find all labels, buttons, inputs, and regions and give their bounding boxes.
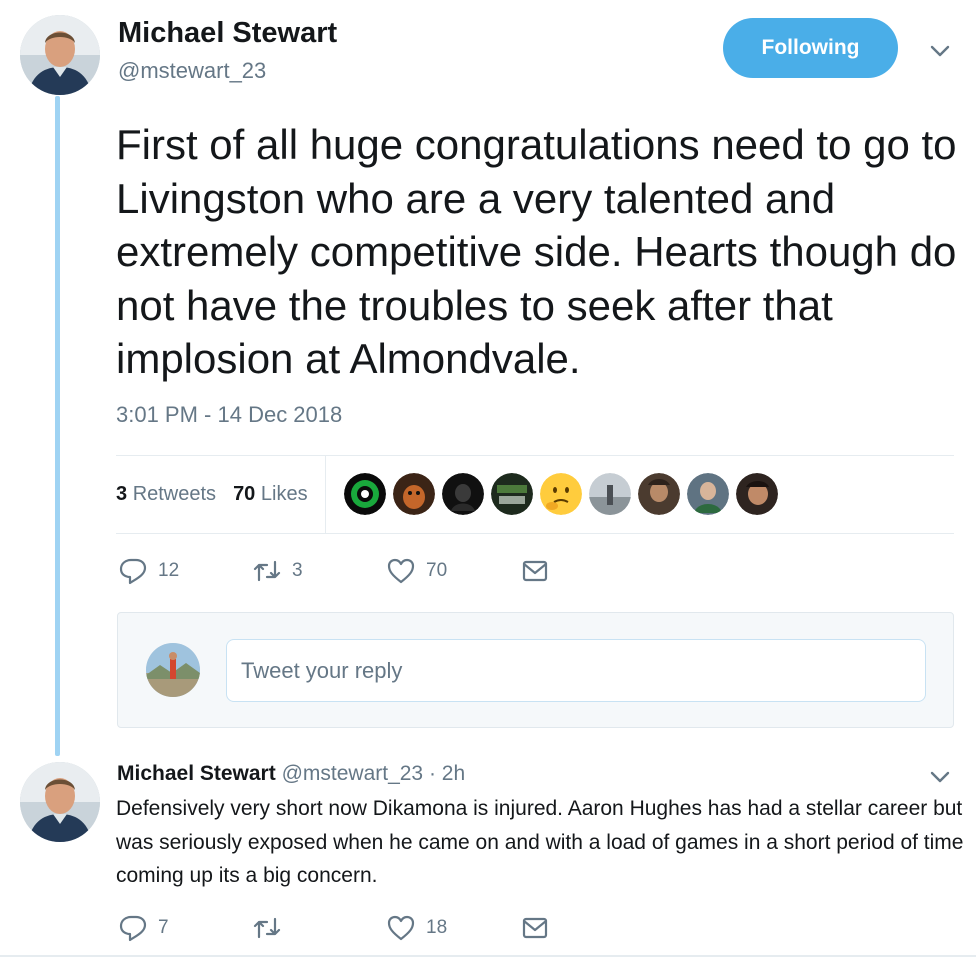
reply-count: 12 bbox=[158, 560, 180, 581]
liker-avatar[interactable] bbox=[735, 473, 778, 515]
heart-icon bbox=[387, 558, 415, 584]
liker-avatar[interactable] bbox=[686, 473, 729, 515]
liker-avatar[interactable] bbox=[490, 473, 533, 515]
reply-author-avatar[interactable] bbox=[20, 762, 100, 842]
reply-direct-message-action[interactable] bbox=[520, 913, 560, 943]
reply-input[interactable] bbox=[226, 639, 926, 702]
direct-message-action[interactable] bbox=[520, 556, 560, 586]
liker-avatar[interactable] bbox=[637, 473, 680, 515]
retweet-action[interactable]: 3 bbox=[252, 556, 303, 586]
retweet-count: 3 bbox=[292, 560, 303, 581]
tweet-timestamp[interactable]: 3:01 PM - 14 Dec 2018 bbox=[116, 402, 342, 428]
reply-icon bbox=[119, 558, 147, 585]
bottom-divider bbox=[0, 955, 976, 957]
reply-header: Michael Stewart @mstewart_23 · 2h bbox=[117, 762, 465, 786]
like-action[interactable]: 70 bbox=[386, 556, 447, 586]
reply-reply-action[interactable]: 7 bbox=[118, 913, 169, 943]
liker-avatar[interactable] bbox=[392, 473, 435, 515]
like-count: 70 bbox=[426, 560, 448, 581]
reply-retweet-action[interactable] bbox=[252, 913, 292, 943]
stats-separator bbox=[324, 455, 326, 533]
retweets-label: Retweets bbox=[132, 482, 217, 505]
reply-like-count: 18 bbox=[426, 917, 448, 938]
liker-avatar[interactable] bbox=[441, 473, 484, 515]
author-name[interactable]: Michael Stewart bbox=[118, 17, 337, 50]
reply-menu-chevron-down-icon[interactable] bbox=[927, 764, 953, 790]
likes-count: 70 bbox=[233, 482, 256, 505]
liker-avatar[interactable] bbox=[588, 473, 631, 515]
divider bbox=[116, 533, 954, 534]
author-handle[interactable]: @mstewart_23 bbox=[118, 58, 266, 84]
retweet-icon bbox=[253, 917, 281, 939]
heart-icon bbox=[387, 915, 415, 941]
current-user-avatar[interactable] bbox=[146, 643, 200, 697]
reply-text: Defensively very short now Dikamona is i… bbox=[116, 797, 964, 887]
reply-reply-count: 7 bbox=[158, 917, 169, 938]
reply-action[interactable]: 12 bbox=[118, 556, 179, 586]
reply-author-handle[interactable]: @mstewart_23 bbox=[282, 762, 424, 785]
mail-icon bbox=[522, 560, 548, 582]
tweet-menu-chevron-down-icon[interactable] bbox=[927, 38, 953, 64]
thread-connector-line bbox=[55, 96, 60, 756]
retweets-stat[interactable]: 3 Retweets bbox=[116, 483, 216, 506]
reply-author-name[interactable]: Michael Stewart bbox=[117, 762, 276, 785]
reply-time[interactable]: · 2h bbox=[429, 762, 465, 785]
reply-icon bbox=[119, 915, 147, 942]
following-button[interactable]: Following bbox=[723, 18, 898, 78]
likers-avatars bbox=[343, 473, 778, 515]
liker-avatar[interactable] bbox=[343, 473, 386, 515]
reply-composer bbox=[117, 612, 954, 728]
tweet-stats: 3 Retweets 70 Likes bbox=[116, 455, 954, 533]
retweets-count: 3 bbox=[116, 482, 128, 505]
tweet-text: First of all huge congratulations need t… bbox=[116, 121, 957, 382]
author-avatar[interactable] bbox=[20, 15, 100, 95]
likes-stat[interactable]: 70 Likes bbox=[233, 483, 308, 506]
likes-label: Likes bbox=[260, 482, 308, 505]
liker-avatar[interactable] bbox=[539, 473, 582, 515]
reply-like-action[interactable]: 18 bbox=[386, 913, 447, 943]
retweet-icon bbox=[253, 560, 281, 582]
mail-icon bbox=[522, 917, 548, 939]
